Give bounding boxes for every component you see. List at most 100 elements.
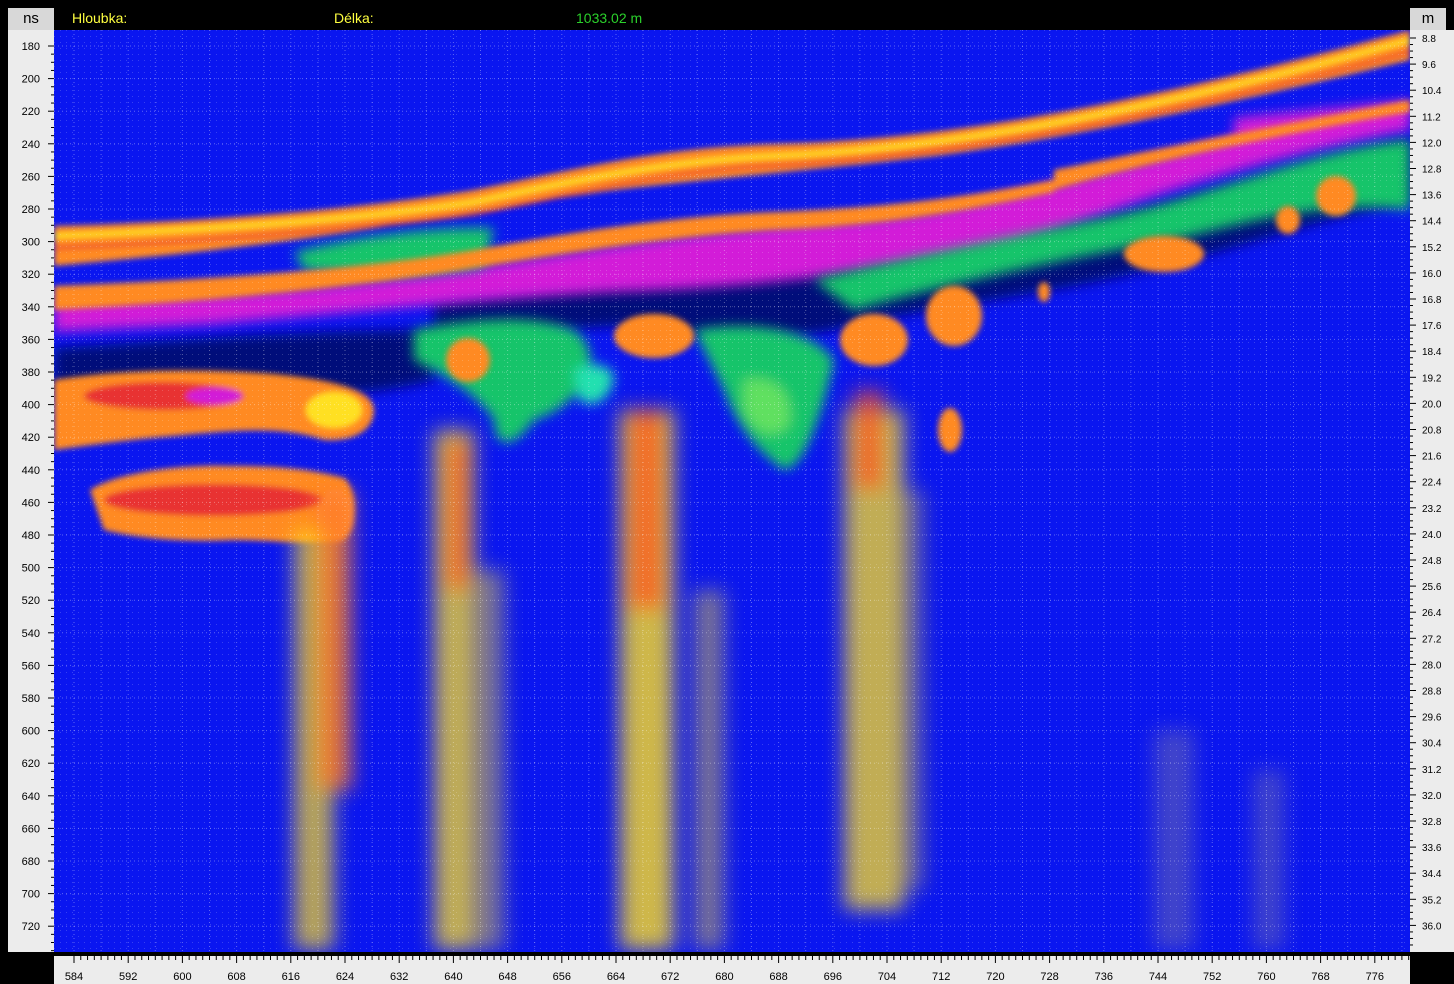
- distance-tick-label: 696: [824, 971, 842, 983]
- distance-tick-label: 648: [498, 971, 516, 983]
- depth-tick-label: 13.6: [1422, 191, 1442, 202]
- time-tick-label: 520: [22, 595, 40, 607]
- depth-tick-label: 28.8: [1422, 687, 1442, 698]
- time-tick-label: 300: [22, 237, 40, 249]
- distance-tick-label: 616: [282, 971, 300, 983]
- depth-tick-label: 32.8: [1422, 817, 1442, 828]
- depth-tick-label: 25.6: [1422, 582, 1442, 593]
- distance-tick-label: 712: [932, 971, 950, 983]
- distance-tick-label: 728: [1040, 971, 1058, 983]
- header-bar: Hloubka: Délka: 1033.02 m: [8, 6, 1408, 30]
- time-tick-label: 420: [22, 432, 40, 444]
- time-tick-label: 620: [22, 758, 40, 770]
- distance-tick-label: 656: [553, 971, 571, 983]
- time-tick-label: 540: [22, 628, 40, 640]
- distance-tick-label: 600: [173, 971, 191, 983]
- distance-tick-label: 672: [661, 971, 679, 983]
- time-tick-label: 260: [22, 171, 40, 183]
- time-tick-label: 280: [22, 204, 40, 216]
- depth-tick-label: 12.8: [1422, 165, 1442, 176]
- depth-unit-label: m: [1410, 8, 1446, 30]
- depth-tick-label: 32.0: [1422, 791, 1442, 802]
- depth-tick-label: 24.0: [1422, 530, 1442, 541]
- distance-tick-label: 768: [1311, 971, 1329, 983]
- depth-tick-label: 27.2: [1422, 634, 1442, 645]
- distance-tick-label: 680: [715, 971, 733, 983]
- depth-tick-label: 12.0: [1422, 138, 1442, 149]
- time-tick-label: 500: [22, 563, 40, 575]
- distance-tick-label: 592: [119, 971, 137, 983]
- time-tick-label: 200: [22, 74, 40, 86]
- depth-tick-label: 28.0: [1422, 660, 1442, 671]
- time-tick-label: 400: [22, 400, 40, 412]
- depth-tick-label: 14.4: [1422, 217, 1442, 228]
- depth-tick-label: 35.2: [1422, 895, 1442, 906]
- distance-tick-label: 736: [1095, 971, 1113, 983]
- distance-tick-label: 744: [1149, 971, 1167, 983]
- depth-tick-label: 17.6: [1422, 321, 1442, 332]
- distance-tick-label: 640: [444, 971, 462, 983]
- depth-tick-label: 36.0: [1422, 921, 1442, 932]
- time-tick-label: 320: [22, 269, 40, 281]
- depth-tick-label: 19.2: [1422, 373, 1442, 384]
- distance-tick-label: 776: [1366, 971, 1384, 983]
- time-tick-label: 640: [22, 791, 40, 803]
- depth-tick-label: 24.8: [1422, 556, 1442, 567]
- time-tick-label: 600: [22, 726, 40, 738]
- grid-overlay: [54, 30, 1410, 952]
- depth-tick-label: 9.6: [1422, 60, 1436, 71]
- depth-tick-label: 31.2: [1422, 765, 1442, 776]
- time-tick-label: 360: [22, 334, 40, 346]
- distance-tick-label: 584: [65, 971, 83, 983]
- depth-tick-label: 26.4: [1422, 608, 1442, 619]
- depth-tick-label: 21.6: [1422, 452, 1442, 463]
- length-label: Délka:: [334, 10, 374, 26]
- distance-tick-label: 752: [1203, 971, 1221, 983]
- time-tick-label: 660: [22, 823, 40, 835]
- time-tick-label: 440: [22, 465, 40, 477]
- depth-label: Hloubka:: [72, 10, 128, 26]
- depth-tick-label: 23.2: [1422, 504, 1442, 515]
- depth-tick-label: 16.0: [1422, 269, 1442, 280]
- depth-tick-label: 16.8: [1422, 295, 1442, 306]
- time-tick-label: 580: [22, 693, 40, 705]
- depth-axis[interactable]: 8.8 9.6 10.4 11.2 12.0 12.8 13.6 14.4 15.2 16.0 16…: [1410, 30, 1454, 952]
- length-value: 1033.02 m: [576, 10, 643, 26]
- time-tick-label: 480: [22, 530, 40, 542]
- depth-tick-label: 20.0: [1422, 399, 1442, 410]
- time-tick-label: 720: [22, 921, 40, 933]
- time-unit-label: ns: [8, 8, 54, 30]
- time-tick-label: 220: [22, 106, 40, 118]
- depth-tick-label: 15.2: [1422, 243, 1442, 254]
- distance-tick-label: 720: [986, 971, 1004, 983]
- time-tick-label: 680: [22, 856, 40, 868]
- depth-tick-label: 8.8: [1422, 34, 1436, 45]
- depth-tick-label: 30.4: [1422, 739, 1442, 750]
- distance-tick-label: 632: [390, 971, 408, 983]
- time-axis[interactable]: 180 200 220 240 260 280 300 320 340 360 380 400 420 4…: [8, 30, 54, 952]
- depth-tick-label: 29.6: [1422, 713, 1442, 724]
- axis-separator: [8, 952, 1454, 956]
- depth-tick-label: 33.6: [1422, 843, 1442, 854]
- depth-tick-label: 10.4: [1422, 86, 1442, 97]
- time-tick-label: 340: [22, 302, 40, 314]
- distance-tick-label: 760: [1257, 971, 1275, 983]
- distance-tick-label: 688: [769, 971, 787, 983]
- depth-tick-label: 20.8: [1422, 426, 1442, 437]
- depth-tick-label: 34.4: [1422, 869, 1442, 880]
- distance-tick-label: 664: [607, 971, 625, 983]
- distance-tick-label: 624: [336, 971, 354, 983]
- time-tick-label: 460: [22, 497, 40, 509]
- depth-tick-label: 11.2: [1422, 112, 1441, 123]
- time-tick-label: 180: [22, 41, 40, 53]
- distance-tick-label: 608: [227, 971, 245, 983]
- depth-tick-label: 22.4: [1422, 478, 1442, 489]
- time-tick-label: 700: [22, 889, 40, 901]
- time-tick-label: 560: [22, 660, 40, 672]
- radargram-canvas[interactable]: [54, 30, 1410, 952]
- depth-tick-label: 18.4: [1422, 347, 1442, 358]
- distance-axis[interactable]: 584 592 600 608 616 624 632 640 648 656 664 672 680 6…: [54, 956, 1410, 984]
- distance-tick-label: 704: [878, 971, 896, 983]
- time-tick-label: 380: [22, 367, 40, 379]
- time-tick-label: 240: [22, 139, 40, 151]
